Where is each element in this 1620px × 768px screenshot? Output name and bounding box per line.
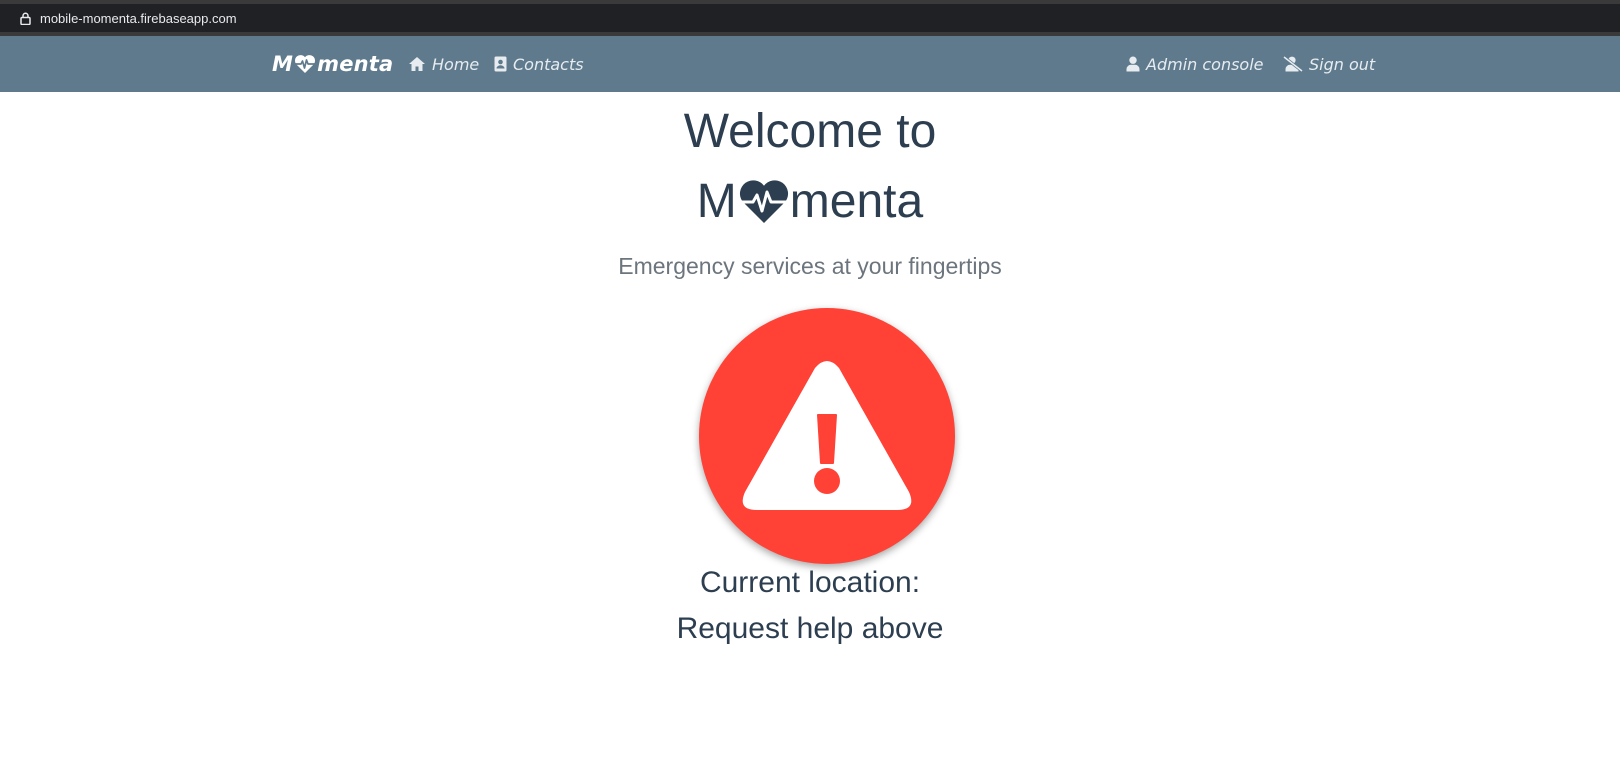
current-location-value: Request help above (676, 612, 944, 645)
brand-text-right: menta (317, 52, 394, 76)
nav-admin-console-label: Admin console (1146, 54, 1264, 74)
user-slash-icon (1283, 56, 1303, 72)
url-text: mobile-momenta.firebaseapp.com (40, 10, 237, 26)
home-icon (408, 56, 426, 72)
brand-heading: M menta (0, 170, 1620, 234)
brand-text-left: M (272, 52, 294, 76)
current-location-label: Current location: (699, 566, 921, 599)
address-field[interactable]: mobile-momenta.firebaseapp.com (0, 4, 1620, 32)
tagline: Emergency services at your fingertips (618, 253, 1002, 279)
emergency-alert-button[interactable] (699, 308, 955, 564)
heart-pulse-icon (738, 179, 790, 225)
nav-home-link[interactable]: Home (408, 53, 479, 75)
brand-heading-right: menta (789, 175, 924, 228)
top-navbar: M menta Home Contacts Admin console Sign… (0, 36, 1620, 92)
welcome-heading: Welcome to (683, 105, 937, 158)
lock-icon (18, 11, 32, 25)
nav-sign-out-link[interactable]: Sign out (1283, 53, 1375, 75)
warning-triangle-icon (741, 360, 913, 512)
browser-address-bar: mobile-momenta.firebaseapp.com (0, 0, 1620, 36)
heart-pulse-icon (294, 54, 316, 74)
nav-contacts-link[interactable]: Contacts (494, 53, 584, 75)
user-icon (1126, 56, 1140, 72)
nav-admin-console-link[interactable]: Admin console (1126, 53, 1264, 75)
nav-home-label: Home (432, 54, 480, 74)
nav-sign-out-label: Sign out (1309, 54, 1376, 74)
address-book-icon (494, 56, 507, 72)
brand-logo[interactable]: M menta (272, 50, 393, 78)
nav-contacts-label: Contacts (513, 54, 584, 74)
brand-heading-left: M (696, 175, 737, 228)
